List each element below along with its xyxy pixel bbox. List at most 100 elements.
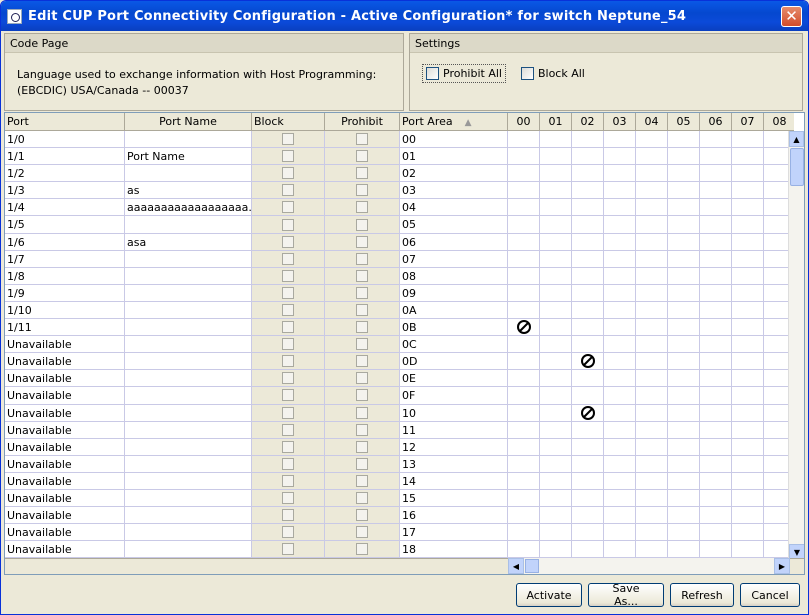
matrix-cell[interactable] — [668, 131, 700, 148]
matrix-cell[interactable] — [732, 370, 764, 387]
matrix-cell[interactable] — [604, 267, 636, 284]
prohibit-checkbox[interactable] — [356, 303, 368, 316]
table-row[interactable]: 1/5 05 — [5, 216, 508, 234]
matrix-cell[interactable] — [604, 284, 636, 301]
matrix-cell[interactable] — [732, 404, 764, 421]
block-checkbox-cell[interactable] — [252, 131, 325, 148]
vertical-scrollbar[interactable]: ▲ ▼ — [788, 131, 804, 560]
block-checkbox[interactable] — [282, 509, 294, 522]
port-area-cell[interactable]: 08 — [400, 267, 508, 284]
matrix-cell[interactable] — [700, 182, 732, 199]
matrix-cell[interactable] — [636, 489, 668, 507]
matrix-cell[interactable] — [668, 524, 700, 541]
port-area-cell[interactable]: 10 — [400, 404, 508, 421]
matrix-cell[interactable] — [668, 472, 700, 489]
matrix-cell[interactable] — [508, 165, 540, 182]
matrix-cell[interactable] — [668, 250, 700, 267]
port-area-cell[interactable]: 0E — [400, 370, 508, 387]
prohibit-checkbox[interactable] — [356, 526, 368, 539]
prohibit-checkbox-cell[interactable] — [325, 404, 400, 421]
prohibit-checkbox-cell[interactable] — [325, 319, 400, 336]
matrix-cell[interactable] — [700, 148, 732, 165]
matrix-cell[interactable] — [636, 404, 668, 421]
matrix-cell[interactable] — [572, 233, 604, 250]
table-row[interactable]: 1/8 08 — [5, 267, 508, 285]
matrix-cell[interactable] — [604, 148, 636, 165]
matrix-cell[interactable] — [668, 182, 700, 199]
matrix-cell[interactable] — [732, 541, 764, 558]
port-cell[interactable]: 1/8 — [5, 267, 125, 284]
port-name-cell[interactable] — [125, 524, 252, 541]
matrix-cell[interactable] — [540, 216, 572, 233]
prohibit-checkbox-cell[interactable] — [325, 507, 400, 524]
matrix-cell[interactable] — [668, 165, 700, 182]
matrix-cell[interactable] — [636, 182, 668, 199]
block-checkbox-cell[interactable] — [252, 233, 325, 250]
checkbox-box[interactable] — [426, 67, 439, 80]
block-checkbox-cell[interactable] — [252, 438, 325, 455]
matrix-cell[interactable] — [700, 199, 732, 216]
port-cell[interactable]: Unavailable — [5, 524, 125, 541]
table-row[interactable]: Unavailable 17 — [5, 524, 508, 542]
matrix-cell[interactable] — [508, 438, 540, 455]
matrix-cell[interactable] — [572, 216, 604, 233]
close-button[interactable]: ✕ — [781, 5, 802, 27]
block-checkbox[interactable] — [282, 338, 294, 351]
prohibit-checkbox[interactable] — [356, 286, 368, 299]
block-checkbox-cell[interactable] — [252, 524, 325, 541]
prohibit-checkbox-cell[interactable] — [325, 216, 400, 233]
matrix-cell[interactable] — [636, 250, 668, 267]
matrix-cell[interactable] — [604, 165, 636, 182]
matrix-cell[interactable] — [540, 404, 572, 421]
block-checkbox-cell[interactable] — [252, 472, 325, 489]
prohibit-checkbox-cell[interactable] — [325, 131, 400, 148]
matrix-cell[interactable] — [540, 199, 572, 216]
prohibit-checkbox-cell[interactable] — [325, 284, 400, 301]
matrix-cell[interactable] — [668, 370, 700, 387]
table-row[interactable]: 1/0 00 — [5, 131, 508, 149]
port-name-cell[interactable] — [125, 489, 252, 507]
matrix-cell[interactable] — [604, 438, 636, 455]
matrix-cell[interactable] — [572, 199, 604, 216]
block-checkbox[interactable] — [282, 321, 294, 334]
matrix-cell[interactable] — [604, 370, 636, 387]
matrix-cell[interactable] — [636, 370, 668, 387]
matrix-cell[interactable] — [636, 216, 668, 233]
table-row[interactable]: Unavailable 13 — [5, 455, 508, 473]
matrix-cell[interactable] — [700, 284, 732, 301]
matrix-cell[interactable] — [636, 233, 668, 250]
matrix-cell[interactable] — [572, 336, 604, 353]
matrix-cell[interactable] — [732, 199, 764, 216]
port-cell[interactable]: Unavailable — [5, 541, 125, 558]
matrix-cell[interactable] — [732, 148, 764, 165]
port-area-cell[interactable]: 01 — [400, 148, 508, 165]
block-checkbox-cell[interactable] — [252, 165, 325, 182]
matrix-cell[interactable] — [732, 421, 764, 438]
prohibit-checkbox[interactable] — [356, 201, 368, 214]
block-checkbox-cell[interactable] — [252, 421, 325, 438]
prohibit-checkbox[interactable] — [356, 389, 368, 402]
scroll-right-arrow-icon[interactable]: ▶ — [774, 558, 790, 574]
port-cell[interactable]: 1/10 — [5, 301, 125, 319]
matrix-cell[interactable] — [572, 489, 604, 507]
matrix-cell[interactable] — [572, 507, 604, 524]
port-area-cell[interactable]: 0C — [400, 336, 508, 353]
matrix-cell[interactable] — [604, 524, 636, 541]
table-row[interactable]: 1/9 09 — [5, 284, 508, 302]
block-checkbox[interactable] — [282, 269, 294, 282]
matrix-cell[interactable] — [508, 404, 540, 421]
matrix-cell[interactable] — [700, 319, 732, 336]
block-checkbox[interactable] — [282, 406, 294, 419]
prohibit-checkbox-cell[interactable] — [325, 301, 400, 319]
matrix-cell[interactable] — [636, 199, 668, 216]
matrix-cell[interactable] — [572, 148, 604, 165]
block-checkbox[interactable] — [282, 167, 294, 180]
prohibit-checkbox[interactable] — [356, 474, 368, 487]
matrix-cell[interactable] — [540, 524, 572, 541]
prohibit-checkbox[interactable] — [356, 321, 368, 334]
port-area-cell[interactable]: 02 — [400, 165, 508, 182]
table-row[interactable]: Unavailable 11 — [5, 421, 508, 439]
matrix-cell[interactable] — [508, 233, 540, 250]
matrix-cell[interactable] — [572, 250, 604, 267]
matrix-cell[interactable] — [636, 524, 668, 541]
